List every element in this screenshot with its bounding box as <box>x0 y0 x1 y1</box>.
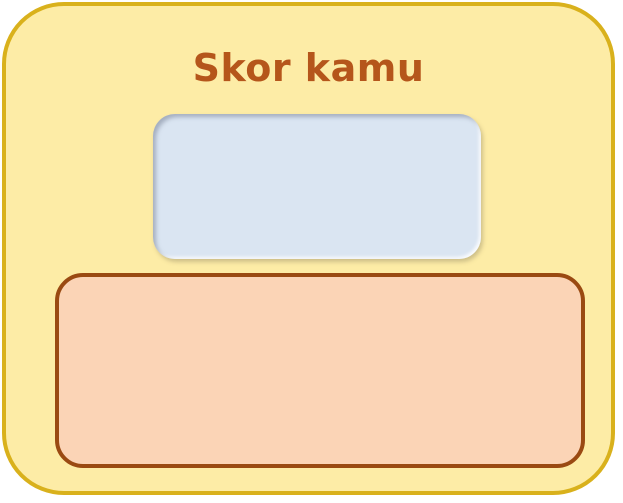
score-display <box>153 114 481 259</box>
score-card: Skor kamu <box>2 2 615 495</box>
score-title: Skor kamu <box>192 46 425 90</box>
message-panel <box>55 273 585 468</box>
